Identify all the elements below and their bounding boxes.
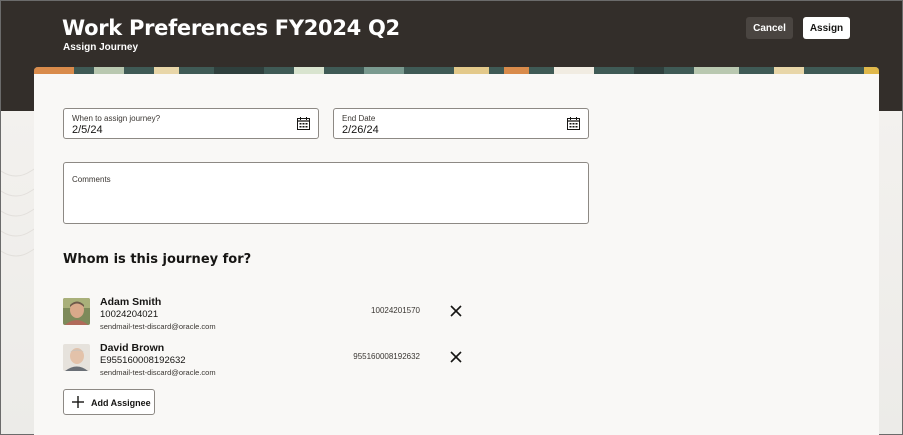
close-icon[interactable] — [449, 304, 463, 318]
assign-date-value: 2/5/24 — [72, 124, 103, 136]
end-date-field[interactable]: End Date 2/26/24 — [333, 108, 589, 139]
section-title: Whom is this journey for? — [63, 252, 252, 267]
assignee-row: David Brown E955160008192632 sendmail-te… — [63, 342, 463, 380]
assignee-number: 955160008192632 — [353, 352, 420, 361]
assign-date-field[interactable]: When to assign journey? 2/5/24 — [63, 108, 319, 139]
add-assignee-button[interactable]: Add Assignee — [63, 389, 155, 415]
assign-button[interactable]: Assign — [803, 17, 850, 39]
assignee-email: sendmail-test-discard@oracle.com — [100, 368, 216, 377]
end-date-value: 2/26/24 — [342, 124, 379, 136]
cancel-button[interactable]: Cancel — [746, 17, 793, 39]
assign-date-label: When to assign journey? — [72, 114, 161, 123]
add-assignee-label: Add Assignee — [91, 398, 151, 408]
calendar-icon[interactable] — [297, 117, 310, 130]
plus-icon — [72, 396, 84, 408]
assign-journey-panel: When to assign journey? 2/5/24 End Date … — [34, 67, 879, 435]
comments-field[interactable]: Comments — [63, 162, 589, 224]
page-subtitle: Assign Journey — [63, 42, 139, 53]
assignee-name: David Brown — [100, 342, 165, 354]
avatar — [63, 344, 90, 371]
page-title: Work Preferences FY2024 Q2 — [62, 16, 400, 40]
decorative-banner — [34, 67, 879, 74]
end-date-label: End Date — [342, 114, 376, 123]
assignee-name: Adam Smith — [100, 296, 162, 308]
assignee-row: Adam Smith 10024204021 sendmail-test-dis… — [63, 296, 463, 334]
comments-label: Comments — [72, 175, 111, 184]
assignee-id: E955160008192632 — [100, 355, 186, 366]
close-icon[interactable] — [449, 350, 463, 364]
assignee-id: 10024204021 — [100, 309, 159, 320]
avatar — [63, 298, 90, 325]
assignee-email: sendmail-test-discard@oracle.com — [100, 322, 216, 331]
calendar-icon[interactable] — [567, 117, 580, 130]
assignee-number: 10024201570 — [371, 306, 420, 315]
